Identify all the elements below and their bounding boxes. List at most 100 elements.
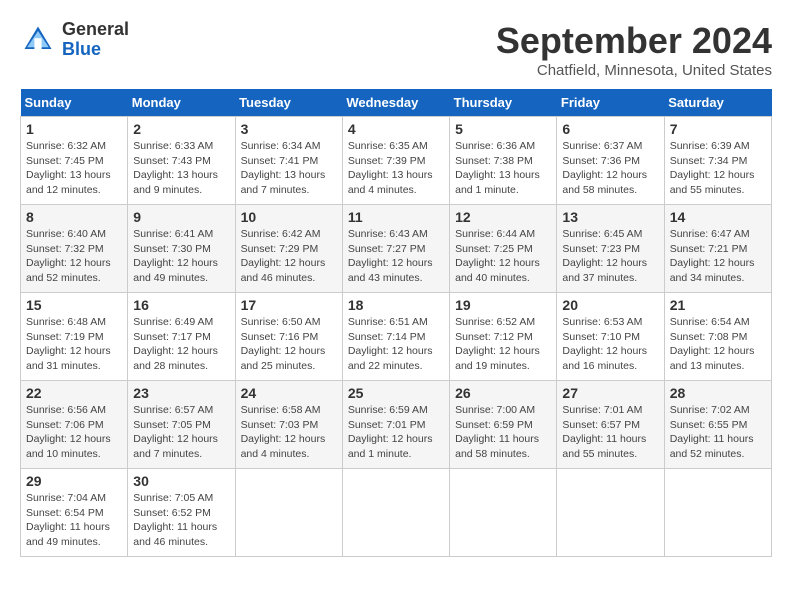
page-header: General Blue September 2024 Chatfield, M… [20, 20, 772, 79]
daylight: Daylight: 12 hours and 34 minutes. [670, 257, 755, 284]
logo: General Blue [20, 20, 129, 60]
calendar-cell: 20 Sunrise: 6:53 AM Sunset: 7:10 PM Dayl… [557, 293, 664, 381]
day-info: Sunrise: 6:33 AM Sunset: 7:43 PM Dayligh… [133, 139, 229, 198]
day-info: Sunrise: 6:53 AM Sunset: 7:10 PM Dayligh… [562, 315, 658, 374]
day-number: 15 [26, 297, 122, 313]
day-number: 5 [455, 121, 551, 137]
sunset: Sunset: 7:43 PM [133, 155, 211, 167]
sunset: Sunset: 7:38 PM [455, 155, 533, 167]
day-number: 30 [133, 473, 229, 489]
daylight: Daylight: 12 hours and 46 minutes. [241, 257, 326, 284]
daylight: Daylight: 12 hours and 52 minutes. [26, 257, 111, 284]
sunset: Sunset: 7:29 PM [241, 243, 319, 255]
day-info: Sunrise: 6:48 AM Sunset: 7:19 PM Dayligh… [26, 315, 122, 374]
col-thursday: Thursday [450, 89, 557, 117]
sunrise: Sunrise: 6:45 AM [562, 228, 642, 240]
sunrise: Sunrise: 6:54 AM [670, 316, 750, 328]
sunset: Sunset: 7:10 PM [562, 331, 640, 343]
sunset: Sunset: 7:30 PM [133, 243, 211, 255]
sunrise: Sunrise: 6:34 AM [241, 140, 321, 152]
day-number: 28 [670, 385, 766, 401]
sunrise: Sunrise: 6:57 AM [133, 404, 213, 416]
daylight: Daylight: 11 hours and 46 minutes. [133, 521, 217, 548]
location: Chatfield, Minnesota, United States [496, 62, 772, 79]
day-info: Sunrise: 6:32 AM Sunset: 7:45 PM Dayligh… [26, 139, 122, 198]
daylight: Daylight: 11 hours and 52 minutes. [670, 433, 754, 460]
daylight: Daylight: 12 hours and 40 minutes. [455, 257, 540, 284]
calendar-cell: 13 Sunrise: 6:45 AM Sunset: 7:23 PM Dayl… [557, 205, 664, 293]
header-row: Sunday Monday Tuesday Wednesday Thursday… [21, 89, 772, 117]
day-info: Sunrise: 6:44 AM Sunset: 7:25 PM Dayligh… [455, 227, 551, 286]
day-info: Sunrise: 6:40 AM Sunset: 7:32 PM Dayligh… [26, 227, 122, 286]
day-info: Sunrise: 6:57 AM Sunset: 7:05 PM Dayligh… [133, 403, 229, 462]
col-tuesday: Tuesday [235, 89, 342, 117]
sunrise: Sunrise: 7:01 AM [562, 404, 642, 416]
day-number: 14 [670, 209, 766, 225]
calendar-cell: 11 Sunrise: 6:43 AM Sunset: 7:27 PM Dayl… [342, 205, 449, 293]
daylight: Daylight: 12 hours and 19 minutes. [455, 345, 540, 372]
daylight: Daylight: 12 hours and 7 minutes. [133, 433, 218, 460]
daylight: Daylight: 12 hours and 16 minutes. [562, 345, 647, 372]
col-friday: Friday [557, 89, 664, 117]
day-number: 1 [26, 121, 122, 137]
sunset: Sunset: 7:32 PM [26, 243, 104, 255]
sunrise: Sunrise: 7:04 AM [26, 492, 106, 504]
day-info: Sunrise: 7:04 AM Sunset: 6:54 PM Dayligh… [26, 491, 122, 550]
daylight: Daylight: 13 hours and 12 minutes. [26, 169, 111, 196]
day-info: Sunrise: 6:51 AM Sunset: 7:14 PM Dayligh… [348, 315, 444, 374]
day-info: Sunrise: 6:52 AM Sunset: 7:12 PM Dayligh… [455, 315, 551, 374]
sunset: Sunset: 7:05 PM [133, 419, 211, 431]
day-number: 25 [348, 385, 444, 401]
day-number: 24 [241, 385, 337, 401]
sunrise: Sunrise: 6:47 AM [670, 228, 750, 240]
calendar-cell: 12 Sunrise: 6:44 AM Sunset: 7:25 PM Dayl… [450, 205, 557, 293]
title-block: September 2024 Chatfield, Minnesota, Uni… [496, 20, 772, 79]
day-info: Sunrise: 6:56 AM Sunset: 7:06 PM Dayligh… [26, 403, 122, 462]
calendar-cell: 23 Sunrise: 6:57 AM Sunset: 7:05 PM Dayl… [128, 381, 235, 469]
sunrise: Sunrise: 7:05 AM [133, 492, 213, 504]
day-info: Sunrise: 7:05 AM Sunset: 6:52 PM Dayligh… [133, 491, 229, 550]
daylight: Daylight: 12 hours and 49 minutes. [133, 257, 218, 284]
sunrise: Sunrise: 6:43 AM [348, 228, 428, 240]
daylight: Daylight: 13 hours and 9 minutes. [133, 169, 218, 196]
daylight: Daylight: 12 hours and 22 minutes. [348, 345, 433, 372]
day-info: Sunrise: 6:43 AM Sunset: 7:27 PM Dayligh… [348, 227, 444, 286]
day-info: Sunrise: 6:41 AM Sunset: 7:30 PM Dayligh… [133, 227, 229, 286]
sunrise: Sunrise: 6:58 AM [241, 404, 321, 416]
calendar-cell: 14 Sunrise: 6:47 AM Sunset: 7:21 PM Dayl… [664, 205, 771, 293]
day-number: 7 [670, 121, 766, 137]
calendar-cell: 30 Sunrise: 7:05 AM Sunset: 6:52 PM Dayl… [128, 469, 235, 557]
sunset: Sunset: 6:59 PM [455, 419, 533, 431]
sunrise: Sunrise: 6:56 AM [26, 404, 106, 416]
logo-blue: Blue [62, 40, 129, 60]
sunset: Sunset: 7:34 PM [670, 155, 748, 167]
day-number: 23 [133, 385, 229, 401]
calendar-cell: 27 Sunrise: 7:01 AM Sunset: 6:57 PM Dayl… [557, 381, 664, 469]
day-number: 6 [562, 121, 658, 137]
day-info: Sunrise: 6:37 AM Sunset: 7:36 PM Dayligh… [562, 139, 658, 198]
sunrise: Sunrise: 6:37 AM [562, 140, 642, 152]
day-info: Sunrise: 6:54 AM Sunset: 7:08 PM Dayligh… [670, 315, 766, 374]
daylight: Daylight: 12 hours and 43 minutes. [348, 257, 433, 284]
daylight: Daylight: 12 hours and 13 minutes. [670, 345, 755, 372]
sunrise: Sunrise: 7:00 AM [455, 404, 535, 416]
daylight: Daylight: 12 hours and 37 minutes. [562, 257, 647, 284]
day-number: 17 [241, 297, 337, 313]
sunset: Sunset: 6:54 PM [26, 507, 104, 519]
calendar-cell: 10 Sunrise: 6:42 AM Sunset: 7:29 PM Dayl… [235, 205, 342, 293]
sunrise: Sunrise: 6:35 AM [348, 140, 428, 152]
sunrise: Sunrise: 6:44 AM [455, 228, 535, 240]
month-title: September 2024 [496, 20, 772, 62]
daylight: Daylight: 11 hours and 58 minutes. [455, 433, 539, 460]
day-info: Sunrise: 6:39 AM Sunset: 7:34 PM Dayligh… [670, 139, 766, 198]
calendar-cell: 1 Sunrise: 6:32 AM Sunset: 7:45 PM Dayli… [21, 117, 128, 205]
daylight: Daylight: 13 hours and 7 minutes. [241, 169, 326, 196]
day-number: 26 [455, 385, 551, 401]
sunset: Sunset: 7:41 PM [241, 155, 319, 167]
sunrise: Sunrise: 6:41 AM [133, 228, 213, 240]
calendar-cell: 22 Sunrise: 6:56 AM Sunset: 7:06 PM Dayl… [21, 381, 128, 469]
calendar-cell: 26 Sunrise: 7:00 AM Sunset: 6:59 PM Dayl… [450, 381, 557, 469]
calendar-cell: 29 Sunrise: 7:04 AM Sunset: 6:54 PM Dayl… [21, 469, 128, 557]
day-info: Sunrise: 6:45 AM Sunset: 7:23 PM Dayligh… [562, 227, 658, 286]
sunset: Sunset: 7:17 PM [133, 331, 211, 343]
